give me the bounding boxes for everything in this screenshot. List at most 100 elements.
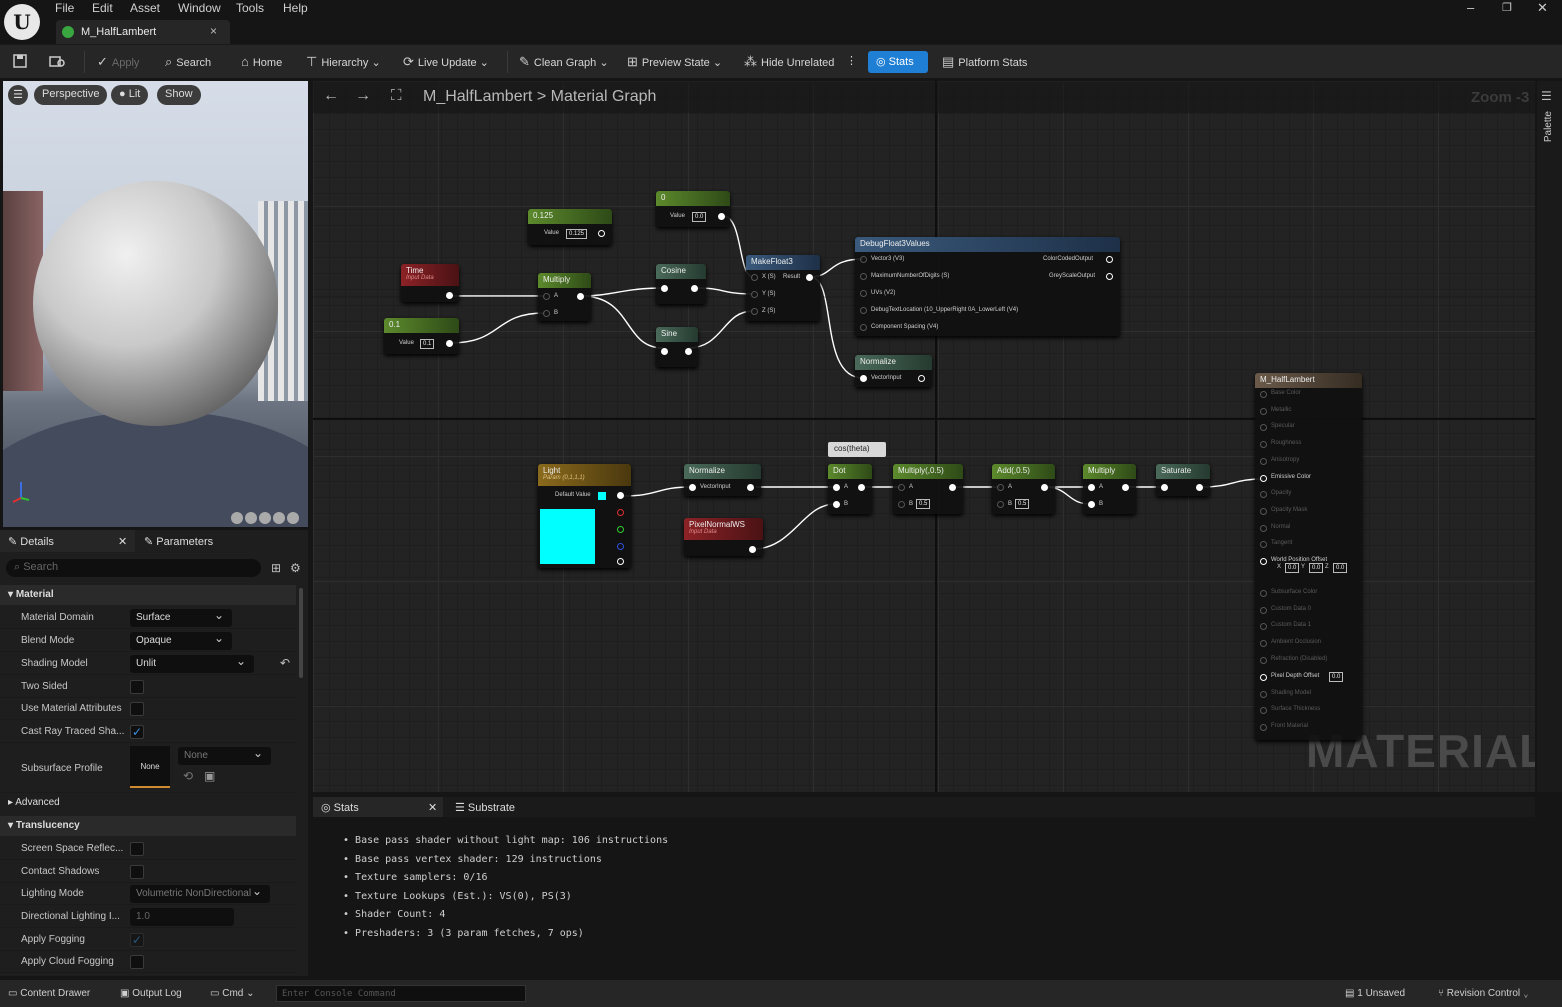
node-sine[interactable]: Sine: [656, 327, 698, 367]
platform-stats-button[interactable]: ▤ Platform Stats: [942, 54, 1027, 70]
cast-ray-traced-shadows-checkbox[interactable]: [130, 725, 144, 739]
tab-stats[interactable]: ◎ Stats ✕: [313, 797, 443, 817]
node-multiply-05[interactable]: Multiply(,0.5) A B 0.5: [893, 464, 963, 514]
category-material[interactable]: ▾ Material: [0, 585, 296, 605]
palette-menu-icon[interactable]: ☰: [1541, 89, 1552, 103]
more-options-icon[interactable]: ⋮: [846, 54, 857, 67]
clean-graph-button[interactable]: ✎ Clean Graph ⌄: [519, 54, 609, 70]
menu-asset[interactable]: Asset: [130, 1, 160, 15]
table-view-icon[interactable]: ⊞: [271, 561, 281, 575]
result-pin-dot[interactable]: [1260, 656, 1267, 664]
blend-mode-dropdown[interactable]: Opaque: [130, 631, 232, 650]
menu-edit[interactable]: Edit: [92, 1, 113, 15]
unsaved-button[interactable]: ▤ 1 Unsaved: [1345, 988, 1405, 999]
browse-icon[interactable]: [48, 53, 66, 72]
ssr-checkbox[interactable]: [130, 842, 144, 856]
palette-sidebar[interactable]: ☰ Palette: [1537, 81, 1562, 792]
live-update-button[interactable]: ⟳ Live Update ⌄: [403, 54, 489, 70]
node-makefloat3[interactable]: MakeFloat3 X (S) Y (S) Z (S) Result: [746, 255, 820, 321]
save-icon[interactable]: [12, 53, 28, 72]
tab-details[interactable]: ✎ Details ✕: [0, 530, 135, 552]
result-pin-dot[interactable]: [1260, 606, 1267, 614]
comment-bubble[interactable]: cos(theta): [828, 442, 886, 457]
node-cosine[interactable]: Cosine: [656, 264, 706, 304]
result-pin-dot[interactable]: [1260, 457, 1267, 465]
result-pin-dot[interactable]: [1260, 640, 1267, 648]
cmd-dropdown[interactable]: ▭ Cmd ⌄: [210, 988, 255, 999]
result-pin-dot[interactable]: [1260, 507, 1267, 515]
breadcrumb-asset[interactable]: M_HalfLambert: [423, 88, 532, 105]
result-pin-dot[interactable]: [1260, 424, 1267, 432]
browse-asset-icon[interactable]: ▣: [204, 769, 215, 783]
result-pin-dot[interactable]: [1260, 491, 1267, 499]
result-pin-dot[interactable]: [1260, 558, 1267, 565]
category-advanced[interactable]: ▸ Advanced: [0, 793, 296, 813]
node-saturate[interactable]: Saturate: [1156, 464, 1210, 496]
subsurface-profile-dropdown[interactable]: None: [178, 746, 271, 765]
result-pin-dot[interactable]: [1260, 690, 1267, 698]
lit-button[interactable]: ● Lit: [111, 85, 149, 105]
use-selected-icon[interactable]: ⟲: [183, 769, 193, 783]
node-light-param[interactable]: Light Param (0,1,1,1) Default Value: [538, 464, 631, 568]
preview-mesh-selector[interactable]: [231, 512, 305, 524]
close-window-icon[interactable]: ✕: [1537, 0, 1548, 16]
two-sided-checkbox[interactable]: [130, 680, 144, 694]
result-pin-dot[interactable]: [1260, 524, 1267, 532]
result-pin-dot[interactable]: [1260, 623, 1267, 631]
close-tab-icon[interactable]: ×: [210, 24, 217, 38]
use-material-attributes-checkbox[interactable]: [130, 702, 144, 716]
preview-state-button[interactable]: ⊞ Preview State ⌄: [627, 54, 722, 70]
result-pin-dot[interactable]: [1260, 407, 1267, 415]
details-scrollbar[interactable]: [299, 588, 303, 678]
node-constant-0125[interactable]: 0.125 Value 0.125: [528, 209, 612, 245]
search-button[interactable]: ⌕ Search: [165, 54, 211, 70]
pixel-depth-offset-input[interactable]: 0.0: [1329, 671, 1344, 682]
close-details-icon[interactable]: ✕: [118, 535, 127, 548]
maximize-icon[interactable]: ❐: [1502, 1, 1512, 14]
material-domain-dropdown[interactable]: Surface: [130, 608, 232, 627]
result-pin-dot[interactable]: [1260, 391, 1267, 398]
directional-lighting-input[interactable]: 1.0: [130, 908, 234, 926]
settings-gear-icon[interactable]: ⚙: [290, 561, 301, 575]
output-log-button[interactable]: ▣ Output Log: [120, 988, 182, 999]
forward-arrow-icon[interactable]: →: [355, 87, 371, 105]
wpo-value-input[interactable]: 0.0: [1309, 563, 1324, 573]
result-pin-dot[interactable]: [1260, 541, 1267, 549]
node-dot[interactable]: Dot A B: [828, 464, 872, 514]
back-arrow-icon[interactable]: ←: [323, 87, 339, 105]
category-translucency[interactable]: ▾ Translucency: [0, 816, 296, 836]
node-normalize-top[interactable]: Normalize VectorInput: [855, 355, 932, 387]
result-pin-dot[interactable]: [1260, 707, 1267, 715]
node-multiply[interactable]: Multiply A B: [538, 273, 591, 321]
node-pixelnormalws[interactable]: PixelNormalWS Input Data: [684, 518, 763, 556]
material-graph-canvas[interactable]: ← → ⛶ M_HalfLambert > Material Graph Zoo…: [313, 81, 1535, 792]
result-pin-dot[interactable]: [1260, 723, 1267, 731]
node-constant-01[interactable]: 0.1 Value 0.1: [384, 318, 459, 354]
node-multiply-final[interactable]: Multiply A B: [1083, 464, 1136, 514]
hierarchy-button[interactable]: ⊤ Hierarchy ⌄: [306, 54, 381, 70]
home-button[interactable]: ⌂ Home: [241, 54, 282, 69]
node-add-05[interactable]: Add(,0.5) A B 0.5: [992, 464, 1055, 514]
menu-tools[interactable]: Tools: [236, 1, 264, 15]
content-drawer-button[interactable]: ▭ Content Drawer: [8, 988, 90, 999]
viewport-menu-icon[interactable]: ☰: [8, 85, 28, 105]
node-constant-0[interactable]: 0 Value 0.0: [656, 191, 730, 227]
wpo-value-input[interactable]: 0.0: [1333, 563, 1348, 573]
apply-fogging-checkbox[interactable]: [130, 933, 144, 947]
stats-button[interactable]: ◎ Stats: [868, 51, 928, 73]
light-color-chip[interactable]: [598, 492, 606, 500]
tab-substrate[interactable]: ☰ Substrate: [447, 797, 567, 817]
node-time[interactable]: Time Input Data: [401, 264, 459, 302]
apply-cloud-fogging-checkbox[interactable]: [130, 955, 144, 969]
result-pin-dot[interactable]: [1260, 673, 1267, 681]
unreal-logo-icon[interactable]: U: [4, 4, 40, 40]
apply-button[interactable]: ✓ Apply: [97, 54, 139, 70]
hide-unrelated-button[interactable]: ⁂ Hide Unrelated: [744, 54, 834, 70]
reset-icon[interactable]: ↶: [280, 656, 290, 670]
shading-model-dropdown[interactable]: Unlit: [130, 654, 254, 673]
close-stats-icon[interactable]: ✕: [428, 801, 437, 814]
result-pin-dot[interactable]: [1260, 441, 1267, 449]
perspective-button[interactable]: Perspective: [34, 85, 108, 105]
details-search-input[interactable]: ⌕ Search: [6, 559, 261, 577]
tab-parameters[interactable]: ✎ Parameters: [136, 530, 296, 552]
